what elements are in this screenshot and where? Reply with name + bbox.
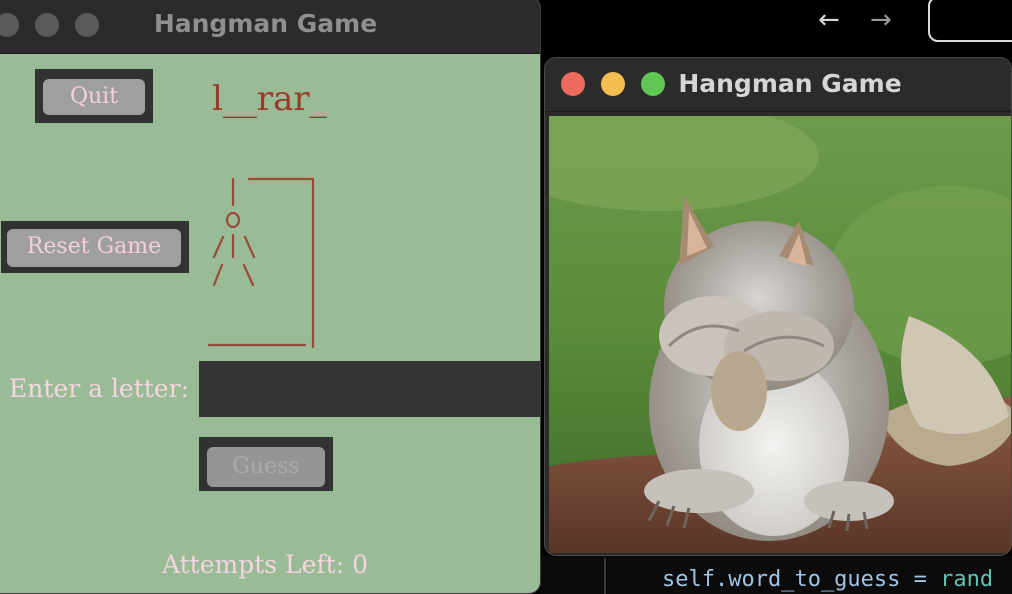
titlebar[interactable]: Hangman Game [0,0,540,54]
hangman-main-window: Hangman Game Quit l__rar_ Reset Game Ent… [0,0,541,594]
letter-input[interactable] [199,361,540,417]
code-text: self.word_to_guess = [662,567,941,592]
window-title: Hangman Game [678,69,902,98]
gallows-structure [207,177,315,349]
quit-button[interactable]: Quit [43,79,145,115]
code-editor: self.word_to_guess = rand [540,556,1012,594]
titlebar[interactable]: Hangman Game [545,58,1011,112]
reset-game-button[interactable]: Reset Game [7,229,181,267]
indent-guide [604,558,606,594]
squirrel-facepalm-image [549,116,1011,553]
guess-button-frame: Guess [199,437,333,491]
right-arrow-icon[interactable]: → [870,4,892,36]
hanged-figure [212,177,256,287]
hangman-drawing [207,177,315,349]
guess-button[interactable]: Guess [207,447,325,487]
reset-button-frame: Reset Game [1,221,189,273]
browser-toolbar: ← → [540,0,1012,56]
game-panel: Quit l__rar_ Reset Game Enter a letter: … [1,53,540,593]
letter-prompt-label: Enter a letter: [9,374,189,403]
window-title: Hangman Game [153,9,378,38]
address-bar[interactable] [928,0,1012,42]
quit-button-frame: Quit [35,69,153,123]
desktop: ← → self.word_to_guess = rand Hangman Ga… [0,0,1012,594]
squirrel-photo [549,116,1011,553]
attempts-left-label: Attempts Left: 0 [161,550,368,579]
left-arrow-icon[interactable]: ← [818,4,840,36]
hangman-image-window: Hangman Game [544,57,1012,556]
code-line: self.word_to_guess = rand [662,566,993,594]
code-function: rand [940,567,994,592]
word-display: l__rar_ [212,79,327,119]
